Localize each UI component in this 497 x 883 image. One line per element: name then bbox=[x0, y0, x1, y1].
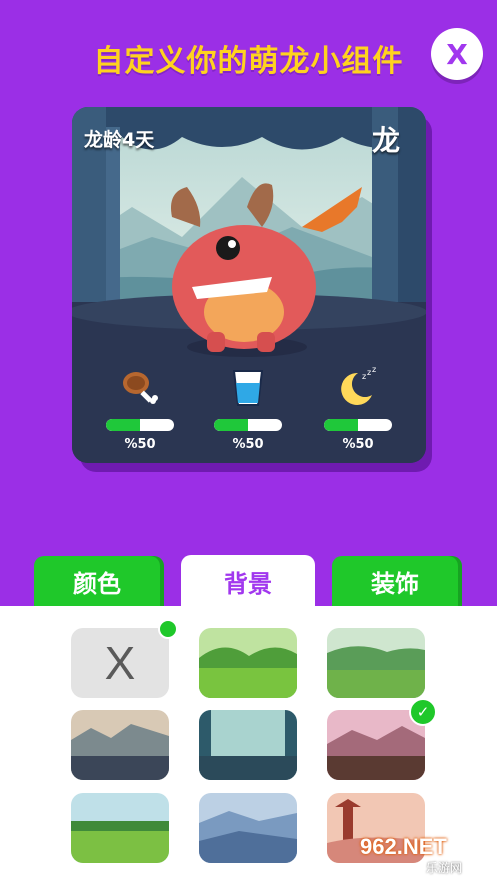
pet-card: 龙龄4天 龙 %50 %50 z z z %50 bbox=[72, 107, 426, 463]
tab-color[interactable]: 颜色 bbox=[34, 556, 160, 606]
hunger-bar bbox=[106, 419, 174, 431]
background-teal-forest-option[interactable] bbox=[199, 710, 297, 780]
thirst-percent: %50 bbox=[232, 437, 264, 452]
water-glass-icon bbox=[232, 370, 264, 406]
thirst-stat: %50 bbox=[213, 365, 283, 452]
svg-text:z: z bbox=[372, 365, 376, 374]
background-hedge-field-option[interactable] bbox=[71, 793, 169, 863]
background-rocky-valley-option[interactable] bbox=[71, 710, 169, 780]
pet-name-label: 龙 bbox=[371, 124, 400, 157]
background-green-meadow-option[interactable] bbox=[327, 628, 425, 698]
pet-age-label: 龙龄4天 bbox=[84, 129, 155, 151]
background-none-option[interactable]: X bbox=[71, 628, 169, 698]
background-green-hills-option[interactable] bbox=[199, 628, 297, 698]
selected-check-icon: ✓ bbox=[409, 698, 437, 726]
sleep-bar bbox=[324, 419, 392, 431]
hunger-percent: %50 bbox=[124, 437, 156, 452]
site-watermark: 962.NET 乐游网 bbox=[360, 834, 490, 878]
thirst-bar bbox=[214, 419, 282, 431]
sleep-stat: z z z %50 bbox=[323, 365, 393, 452]
page-title: 自定义你的萌龙小组件 bbox=[93, 44, 404, 79]
tab-background[interactable]: 背景 bbox=[181, 555, 315, 607]
sleep-percent: %50 bbox=[342, 437, 374, 452]
watermark-logo: 962.NET bbox=[360, 834, 447, 859]
meat-icon bbox=[123, 372, 158, 404]
moon-sleep-icon: z z z bbox=[341, 365, 376, 405]
hunger-stat: %50 bbox=[105, 365, 175, 452]
svg-text:z: z bbox=[362, 372, 366, 381]
svg-text:z: z bbox=[367, 368, 371, 377]
background-pink-castle-option[interactable] bbox=[327, 710, 425, 780]
close-button[interactable]: X bbox=[431, 28, 483, 80]
watermark-subtitle: 乐游网 bbox=[426, 861, 463, 875]
selected-dot-badge bbox=[158, 619, 178, 639]
background-blue-mountains-option[interactable] bbox=[199, 793, 297, 863]
tab-decoration[interactable]: 装饰 bbox=[332, 556, 458, 606]
